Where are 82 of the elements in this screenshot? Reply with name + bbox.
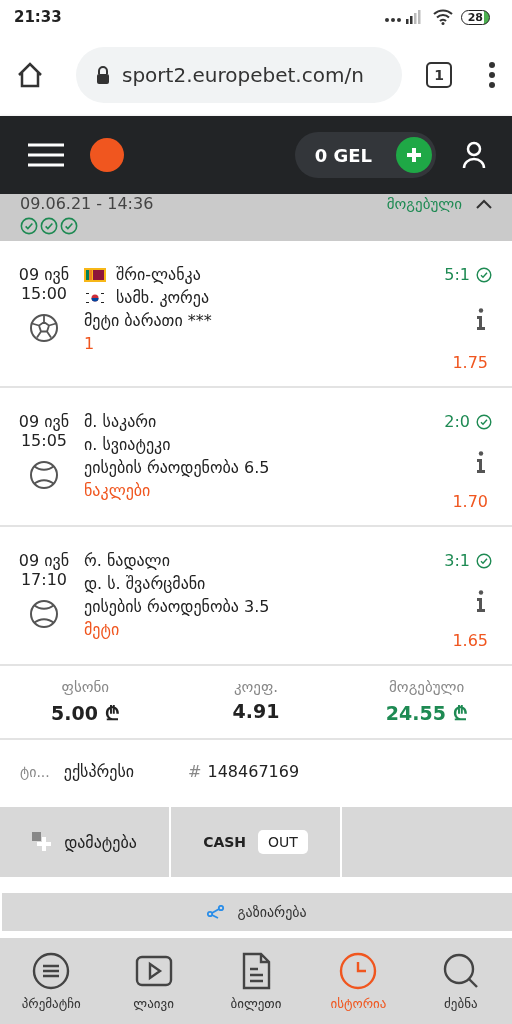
check-icon [20, 217, 38, 235]
check-icon [40, 217, 58, 235]
event-odds: 1.75 [452, 353, 488, 372]
event-time: 17:10 [20, 570, 68, 589]
summary-value: 5.00 ₾ [51, 701, 120, 726]
event-score: 2:0 [444, 412, 470, 431]
team-name: ი. სვიატეკი [84, 435, 171, 454]
bet-header[interactable]: 09.06.21 - 14:36 მოგებული [0, 194, 512, 241]
chevron-icon[interactable] [476, 198, 492, 209]
cashout-button[interactable]: CASH OUT [171, 807, 340, 877]
clock-icon [339, 951, 378, 990]
nav-tab[interactable]: პრემატჩი [0, 938, 103, 1024]
soccer-ball-icon [29, 313, 59, 343]
search-icon [441, 951, 480, 990]
info-icon[interactable] [476, 450, 486, 473]
summary-label: ფსონი [61, 678, 110, 696]
battery-indicator: 28 [460, 9, 490, 25]
status-time: 21:33 [14, 8, 62, 26]
tab-count[interactable]: 1 [426, 62, 452, 88]
team-name: მ. საკარი [84, 412, 157, 431]
home-icon[interactable] [16, 61, 44, 89]
market-name: ეისების რაოდენობა 3.5 [84, 597, 271, 616]
add-icon [32, 832, 53, 852]
event-time: 15:05 [20, 431, 68, 450]
wifi-icon [432, 9, 453, 25]
info-icon[interactable] [476, 307, 486, 330]
bet-pick: 1 [84, 334, 96, 353]
nav-tab[interactable]: ძებნა [409, 938, 512, 1024]
event-score: 5:1 [444, 265, 470, 284]
menu-icon[interactable] [28, 143, 64, 167]
plus-icon [405, 146, 423, 164]
nav-tab[interactable]: ლაივი [102, 938, 205, 1024]
event-odds: 1.65 [452, 631, 488, 650]
bet-pick: ნაკლები [84, 481, 152, 500]
bet-date: 09.06.21 - 14:36 [20, 194, 155, 213]
check-icon [476, 552, 492, 569]
nav-tab[interactable]: ბილეთი [204, 938, 308, 1024]
logo-icon[interactable] [90, 138, 124, 172]
team-name: რ. ნადალი [84, 551, 170, 570]
summary-label: კოეფ. [233, 678, 279, 696]
url-bar[interactable]: sport2.europebet.com/n [76, 47, 402, 103]
url-text: sport2.europebet.com/n [122, 63, 364, 87]
event-date: 09 ივნ [18, 551, 70, 570]
team-name: შრი-ლანკა [116, 265, 201, 284]
summary-label: მოგებული [389, 678, 465, 696]
info-icon[interactable] [476, 589, 486, 612]
hash-sign: # [188, 762, 202, 781]
event-score: 3:1 [444, 551, 470, 570]
deposit-button[interactable] [396, 137, 432, 173]
check-icon [476, 413, 492, 430]
user-icon[interactable] [462, 141, 486, 169]
ticket-type: ექსპრესი [63, 762, 135, 781]
summary-value: 24.55 ₾ [385, 701, 468, 726]
event-date: 09 ივნ [18, 412, 70, 431]
share-button[interactable]: გაზიარება [2, 893, 512, 931]
event-odds: 1.70 [452, 492, 488, 511]
share-icon [207, 905, 226, 919]
team-name: დ. ს. შვარცმანი [84, 574, 206, 593]
flag-icon [84, 267, 106, 282]
lock-icon [96, 66, 110, 84]
market-name: მეტი ბარათი *** [84, 311, 213, 330]
flag-icon [84, 290, 106, 305]
balance-text: 0 GEL [314, 144, 372, 166]
event-date: 09 ივნ [18, 265, 70, 284]
bet-status: მოგებული [386, 194, 462, 213]
event-time: 15:00 [20, 284, 68, 303]
balance-pill[interactable]: 0 GEL [294, 132, 436, 178]
tennis-ball-icon [29, 599, 59, 629]
check-icon [60, 217, 78, 235]
ticket-type-label: ტი... [20, 763, 50, 780]
cash-label: CASH [203, 834, 247, 850]
tennis-ball-icon [29, 460, 59, 490]
more-icon[interactable] [488, 62, 496, 88]
ticket-number: 148467169 [207, 762, 300, 781]
team-name: სამხ. კორეა [116, 288, 210, 307]
summary-value: 4.91 [232, 700, 280, 722]
bet-pick: მეტი [84, 620, 121, 639]
menu-icon [32, 951, 71, 990]
add-button[interactable]: დამატება [0, 807, 169, 877]
market-name: ეისების რაოდენობა 6.5 [84, 458, 271, 477]
check-icon [476, 266, 492, 283]
out-label: OUT [258, 830, 308, 854]
